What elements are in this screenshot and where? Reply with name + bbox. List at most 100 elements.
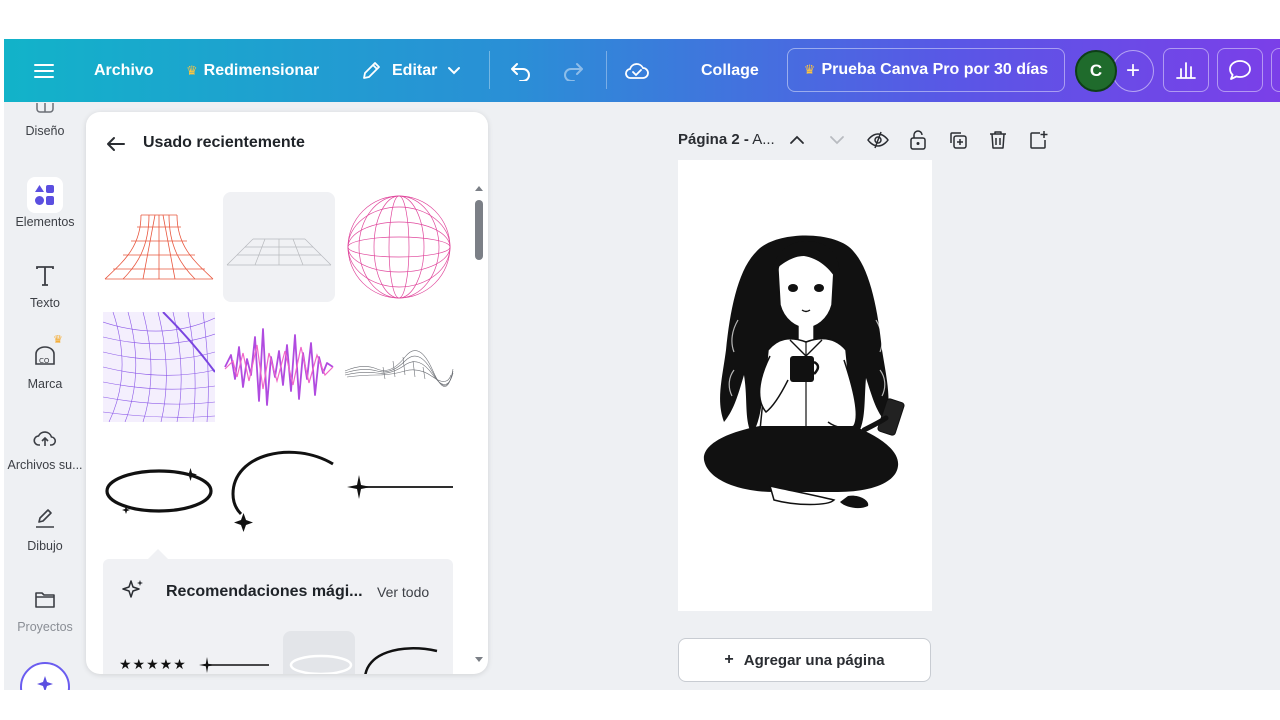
- hamburger-icon: [34, 63, 54, 78]
- element-black-ellipse-sparkle[interactable]: [103, 432, 215, 542]
- elements-panel: Usado recientemente Recomendaciones mági…: [86, 112, 488, 674]
- element-sparkle-line[interactable]: [343, 432, 455, 542]
- page-name: A...: [748, 131, 775, 148]
- plus-icon: +: [724, 651, 734, 668]
- white-ellipse-element[interactable]: [283, 631, 355, 674]
- crown-icon: ♛: [186, 62, 198, 78]
- sidebar-item-label: Archivos su...: [7, 458, 83, 472]
- project-title[interactable]: Collage: [701, 39, 759, 102]
- insights-button[interactable]: [1163, 48, 1209, 92]
- layout-icon: [27, 98, 63, 122]
- sidebar-item-text[interactable]: Texto: [4, 258, 86, 310]
- undo-icon: [511, 62, 530, 81]
- magic-sparkle-icon: [121, 578, 145, 607]
- duplicate-icon: [950, 132, 967, 149]
- resize-label: Redimensionar: [203, 61, 320, 79]
- share-button-partial[interactable]: [1271, 48, 1280, 92]
- unlock-icon: [910, 130, 926, 150]
- cloud-save-status[interactable]: [624, 39, 650, 102]
- trial-label: Prueba Canva Pro por 30 días: [821, 61, 1049, 78]
- pro-trial-button[interactable]: ♛ Prueba Canva Pro por 30 días: [787, 48, 1065, 92]
- girl-coffee-illustration[interactable]: [678, 160, 932, 611]
- sidebar-item-uploads[interactable]: Archivos su...: [4, 420, 86, 472]
- add-member-button[interactable]: +: [1112, 50, 1154, 92]
- sparkle-icon: [37, 676, 53, 690]
- page-title[interactable]: Página 2 - A...: [678, 131, 775, 148]
- avatar[interactable]: C: [1075, 50, 1117, 92]
- draw-icon: [27, 501, 63, 537]
- shapes-icon: [27, 177, 63, 213]
- magic-recommendations: Recomendaciones mági... Ver todo ★★★★★: [103, 559, 453, 674]
- scroll-up-icon: [475, 186, 483, 191]
- top-bar: Archivo ♛ Redimensionar Editar Collage ♛…: [4, 39, 1280, 102]
- panel-title: Usado recientemente: [143, 134, 305, 151]
- black-arc-element[interactable]: [361, 641, 441, 674]
- menu-button[interactable]: [34, 39, 54, 102]
- canvas-page[interactable]: [678, 160, 932, 611]
- sidebar-item-label: Dibujo: [27, 539, 63, 553]
- sidebar-item-label: Texto: [30, 296, 60, 310]
- element-gray-grid-plane[interactable]: [223, 192, 335, 302]
- sidebar-item-brand[interactable]: CO ♛ Marca: [4, 334, 86, 391]
- eye-slash-icon: [867, 131, 889, 149]
- trash-icon: [990, 131, 1006, 149]
- text-icon: [27, 258, 63, 294]
- magic-section-pointer: [148, 549, 168, 559]
- sparkle-line-element[interactable]: [199, 657, 269, 674]
- edit-label: Editar: [392, 61, 438, 79]
- page-down-button[interactable]: [825, 128, 849, 152]
- element-purple-sound-wave[interactable]: [223, 312, 335, 422]
- redo-icon: [564, 62, 583, 81]
- see-all-link[interactable]: Ver todo: [377, 584, 429, 600]
- arrow-left-icon: [107, 137, 125, 151]
- lock-page-button[interactable]: [906, 128, 930, 152]
- element-black-arc-sparkle[interactable]: [223, 432, 335, 542]
- scroll-thumb[interactable]: [475, 200, 483, 260]
- sidebar-item-draw[interactable]: Dibujo: [4, 501, 86, 553]
- add-page-icon: [1030, 131, 1048, 149]
- chevron-up-icon: [790, 135, 804, 144]
- cloud-check-icon: [625, 62, 649, 79]
- redo-button[interactable]: [562, 39, 584, 102]
- divider: [606, 51, 607, 89]
- svg-text:CO: CO: [39, 357, 50, 365]
- magic-ai-button[interactable]: [20, 662, 70, 690]
- scroll-down-icon: [475, 657, 483, 662]
- crown-icon: ♛: [53, 334, 63, 346]
- sidebar-item-label: Diseño: [25, 124, 65, 138]
- resize-button[interactable]: ♛ Redimensionar: [186, 39, 319, 102]
- bar-chart-icon: [1176, 62, 1196, 79]
- duplicate-page-button[interactable]: [946, 128, 970, 152]
- chevron-down-icon: [448, 66, 461, 74]
- magic-title: Recomendaciones mági...: [166, 583, 363, 600]
- sidebar-item-elements[interactable]: Elementos: [4, 177, 86, 229]
- upload-cloud-icon: [27, 420, 63, 456]
- element-gray-wire-wave[interactable]: [343, 312, 455, 422]
- crown-icon: ♛: [803, 62, 816, 77]
- sidebar-item-label: Proyectos: [17, 620, 73, 634]
- file-menu[interactable]: Archivo: [94, 39, 154, 102]
- hide-page-button[interactable]: [866, 128, 890, 152]
- sidebar-item-projects[interactable]: Proyectos: [4, 582, 86, 634]
- element-purple-warped-grid[interactable]: [103, 312, 215, 422]
- rating-stars-element[interactable]: ★★★★★: [119, 656, 187, 673]
- chevron-down-icon: [830, 136, 844, 145]
- back-button[interactable]: [104, 132, 128, 156]
- sidebar-item-label: Elementos: [15, 215, 75, 229]
- undo-button[interactable]: [510, 39, 532, 102]
- element-pink-wire-sphere[interactable]: [343, 192, 455, 302]
- sidebar-item-design[interactable]: Diseño: [4, 98, 86, 138]
- add-page-icon-button[interactable]: [1026, 128, 1050, 152]
- comments-button[interactable]: [1217, 48, 1263, 92]
- sidebar-item-label: Marca: [27, 377, 63, 391]
- page-number: Página 2 -: [678, 131, 749, 148]
- divider: [489, 51, 490, 89]
- edit-button[interactable]: Editar: [360, 39, 461, 102]
- canva-editor: Archivo ♛ Redimensionar Editar Collage ♛…: [4, 39, 1280, 690]
- comment-icon: [1229, 60, 1251, 80]
- delete-page-button[interactable]: [986, 128, 1010, 152]
- element-red-grid-perspective[interactable]: [103, 192, 215, 302]
- page-up-button[interactable]: [785, 128, 809, 152]
- left-sidebar: Diseño Elementos Texto CO ♛ Marca Archiv…: [4, 102, 86, 690]
- add-page-button[interactable]: + Agregar una página: [678, 638, 931, 682]
